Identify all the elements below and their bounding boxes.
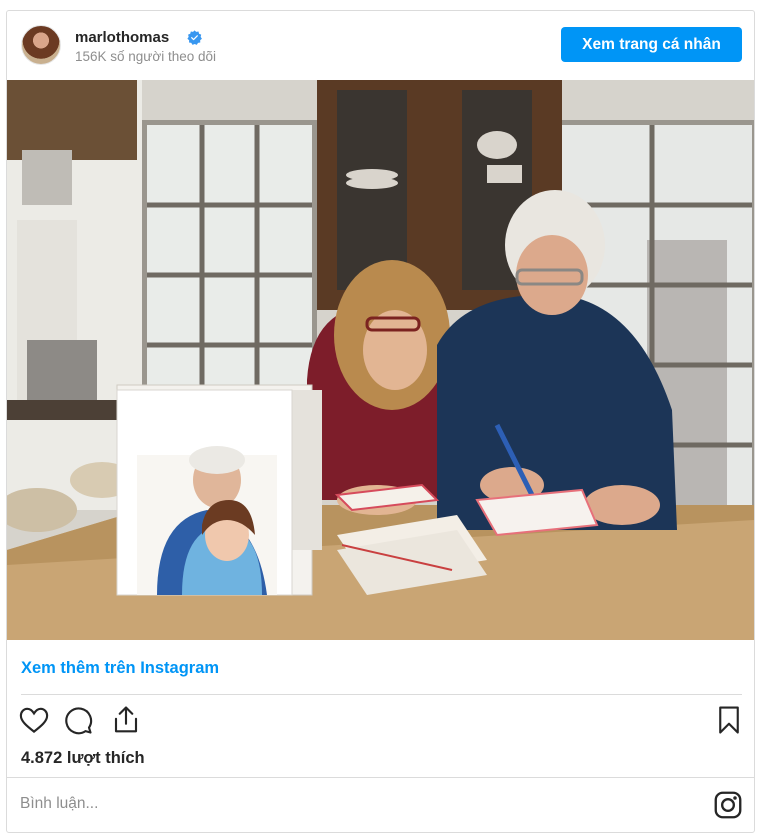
post-photo-illustration bbox=[7, 80, 754, 640]
post-image[interactable] bbox=[7, 80, 754, 640]
instagram-logo-icon[interactable] bbox=[714, 791, 742, 819]
heart-icon[interactable] bbox=[19, 705, 49, 735]
view-profile-button[interactable]: Xem trang cá nhân bbox=[561, 27, 742, 62]
share-icon[interactable] bbox=[111, 705, 141, 735]
view-more-on-instagram-link[interactable]: Xem thêm trên Instagram bbox=[21, 659, 219, 678]
follower-count: 156K số người theo dõi bbox=[75, 49, 216, 64]
post-header: marlothomas 156K số người theo dõi Xem t… bbox=[7, 11, 754, 79]
divider bbox=[7, 777, 754, 778]
comment-icon[interactable] bbox=[63, 705, 93, 735]
like-count[interactable]: 4.872 lượt thích bbox=[21, 749, 145, 768]
divider bbox=[21, 694, 742, 695]
verified-badge-icon bbox=[187, 30, 202, 45]
avatar[interactable] bbox=[21, 25, 61, 65]
username[interactable]: marlothomas bbox=[75, 29, 169, 46]
action-bar bbox=[19, 705, 744, 735]
instagram-embed-card: marlothomas 156K số người theo dõi Xem t… bbox=[6, 10, 755, 833]
comment-input[interactable]: Bình luận... bbox=[20, 795, 98, 813]
bookmark-icon[interactable] bbox=[714, 705, 744, 735]
